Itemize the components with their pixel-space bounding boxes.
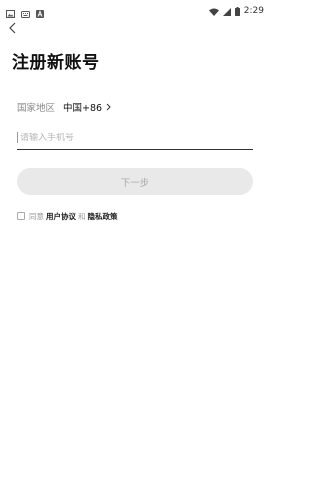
agree-checkbox[interactable] [17,212,25,220]
next-button[interactable]: 下一步 [17,168,253,195]
chevron-right-icon [106,103,111,111]
agreement-row: 同意 用户协议 和 隐私政策 [17,210,120,222]
agreement-conjunction: 和 [78,211,86,221]
keyboard-icon [21,3,30,22]
phone-field[interactable] [17,126,253,150]
privacy-policy-link[interactable]: 隐私政策 [88,211,118,222]
text-caret [17,132,18,143]
status-bar-time: 2:29 [243,5,264,16]
page-title: 注册新账号 [12,53,100,73]
signal-icon [222,1,231,20]
chevron-left-icon [8,19,16,38]
user-agreement-link[interactable]: 用户协议 [46,211,76,222]
phone-input[interactable] [20,132,240,143]
battery-icon [234,1,240,20]
back-button[interactable] [5,20,19,36]
region-selector[interactable]: 国家地区 中国+86 [17,99,253,115]
status-bar-system: 2:29 [208,1,264,20]
wifi-icon [208,1,219,20]
region-label: 国家地区 [17,103,56,114]
status-bar: 2:29 [0,0,270,18]
a-app-icon [36,3,44,22]
agreement-prefix: 同意 [29,211,44,221]
region-value: 中国+86 [63,103,103,114]
